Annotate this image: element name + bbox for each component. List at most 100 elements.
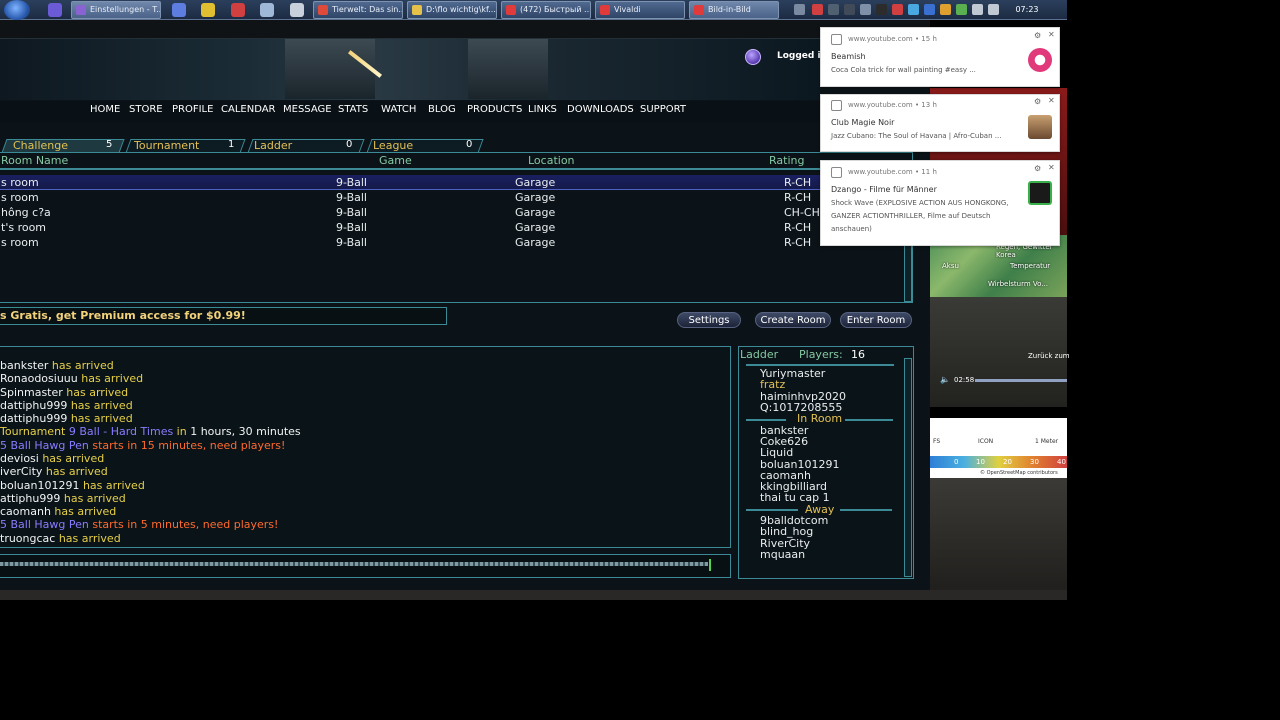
volume-icon[interactable] <box>988 4 999 15</box>
chat-line: attiphu999 has arrived <box>0 492 126 505</box>
channel-avatar <box>1028 48 1052 72</box>
room-row[interactable]: hông c?a 9-Ball Garage CH-CH <box>0 205 900 220</box>
tray-icon[interactable] <box>908 4 919 15</box>
nav-profile[interactable]: PROFILE <box>172 104 213 115</box>
tray-icon[interactable] <box>876 4 887 15</box>
close-icon[interactable]: ✕ <box>1048 96 1055 105</box>
legend-value: 10 <box>976 458 985 466</box>
back-label[interactable]: Zurück zum <box>1028 352 1070 360</box>
room-location: Garage <box>515 236 556 249</box>
quicklaunch-icon[interactable] <box>48 3 62 17</box>
chat-in: in <box>173 425 191 438</box>
task-label: Einstellungen - T... <box>90 5 161 14</box>
clock[interactable]: 07:23 <box>1012 0 1042 20</box>
taskbar-item-folder[interactable]: D:\flo wichtig\kf... <box>407 1 497 19</box>
settings-gear-icon[interactable]: ⚙ <box>1034 164 1041 173</box>
divider <box>746 419 786 421</box>
ladder-player[interactable]: mquaan <box>760 548 805 561</box>
chat-line: iverCity has arrived <box>0 465 108 478</box>
notification-card[interactable]: www.youtube.com • 15 h ⚙ ✕ Beamish Coca … <box>820 27 1060 87</box>
chat-event[interactable]: 5 Ball Hawg Pen <box>0 439 89 452</box>
nav-links[interactable]: LINKS <box>528 104 557 115</box>
taskbar-item-settings[interactable]: Einstellungen - T... <box>71 1 161 19</box>
avatar[interactable] <box>745 49 761 65</box>
nav-calendar[interactable]: CALENDAR <box>221 104 276 115</box>
nav-stats[interactable]: STATS <box>338 104 368 115</box>
chat-input[interactable] <box>0 554 731 578</box>
settings-button[interactable]: Settings <box>677 312 741 328</box>
tray-icon[interactable] <box>860 4 871 15</box>
room-row[interactable]: s room 9-Ball Garage R-CH <box>0 175 900 190</box>
taskbar-item-youtube[interactable]: (472) Быстрый ... <box>501 1 591 19</box>
room-row[interactable]: s room 9-Ball Garage R-CH <box>0 235 900 250</box>
col-location[interactable]: Location <box>528 154 575 167</box>
room-game: 9-Ball <box>336 191 367 204</box>
taskbar-item-pip[interactable]: Bild-in-Bild <box>689 1 779 19</box>
start-button[interactable] <box>4 0 30 20</box>
settings-gear-icon[interactable]: ⚙ <box>1034 97 1041 106</box>
volume-icon[interactable]: 🔈 <box>940 375 950 384</box>
ladder-title: Ladder <box>740 348 779 361</box>
create-room-button[interactable]: Create Room <box>755 312 831 328</box>
room-row[interactable]: s room 9-Ball Garage R-CH <box>0 190 900 205</box>
col-room-name[interactable]: Room Name <box>1 154 68 167</box>
chat-msg: has arrived <box>48 359 114 372</box>
chat-msg: starts in 5 minutes, need players! <box>88 518 279 531</box>
tray-expand-icon[interactable] <box>794 4 805 15</box>
tray-icon[interactable] <box>812 4 823 15</box>
channel-avatar <box>1028 181 1052 205</box>
pip-label: ICON <box>978 438 994 445</box>
nav-watch[interactable]: WATCH <box>381 104 416 115</box>
nav-downloads[interactable]: DOWNLOADS <box>567 104 634 115</box>
tab-league-count: 0 <box>466 139 473 150</box>
channel-avatar <box>1028 115 1052 139</box>
nav-blog[interactable]: BLOG <box>428 104 456 115</box>
col-game[interactable]: Game <box>379 154 412 167</box>
tray-icon[interactable] <box>892 4 903 15</box>
room-row[interactable]: t's room 9-Ball Garage R-CH <box>0 220 900 235</box>
tray-icon[interactable] <box>956 4 967 15</box>
tray-icon[interactable] <box>828 4 839 15</box>
tray-icon[interactable] <box>940 4 951 15</box>
vivaldi-icon <box>831 34 842 45</box>
nav-home[interactable]: HOME <box>90 104 120 115</box>
nav-products[interactable]: PRODUCTS <box>467 104 522 115</box>
close-icon[interactable]: ✕ <box>1048 163 1055 172</box>
quicklaunch-icon[interactable] <box>201 3 215 17</box>
ladder-scrollbar[interactable] <box>904 358 912 577</box>
notification-card[interactable]: www.youtube.com • 13 h ⚙ ✕ Club Magie No… <box>820 94 1060 152</box>
nav-support[interactable]: SUPPORT <box>640 104 686 115</box>
notification-title: Beamish <box>831 52 866 61</box>
quicklaunch-icon[interactable] <box>172 3 186 17</box>
tab-league-label: League <box>373 139 414 152</box>
background-photo <box>930 478 1067 600</box>
chat-event[interactable]: 5 Ball Hawg Pen <box>0 518 89 531</box>
taskbar-item-vivaldi[interactable]: Vivaldi <box>595 1 685 19</box>
quicklaunch-icon[interactable] <box>260 3 274 17</box>
nav-message[interactable]: MESSAGE <box>283 104 332 115</box>
chat-msg: has arrived <box>55 532 121 545</box>
notification-title: Club Magie Noir <box>831 118 895 127</box>
quicklaunch-icon[interactable] <box>290 3 304 17</box>
quicklaunch-icon[interactable] <box>231 3 245 17</box>
col-rating[interactable]: Rating <box>769 154 804 167</box>
ladder-players-label: Players: <box>799 348 843 361</box>
tray-icon[interactable] <box>844 4 855 15</box>
close-icon[interactable]: ✕ <box>1048 30 1055 39</box>
tab-ladder-count: 0 <box>346 139 353 150</box>
vivaldi-icon <box>831 100 842 111</box>
notification-body: Jazz Cubano: The Soul of Havana | Afro-C… <box>831 132 1002 140</box>
video-progress[interactable] <box>975 379 1067 382</box>
network-icon[interactable] <box>972 4 983 15</box>
chat-event[interactable]: 9 Ball - Hard Times <box>69 425 173 438</box>
notification-card[interactable]: www.youtube.com • 11 h ⚙ ✕ Dzango - Film… <box>820 160 1060 246</box>
room-rating: CH-CH <box>784 206 820 219</box>
enter-room-button[interactable]: Enter Room <box>840 312 912 328</box>
taskbar-item-tierwelt[interactable]: Tierwelt: Das sin... <box>313 1 403 19</box>
settings-gear-icon[interactable]: ⚙ <box>1034 31 1041 40</box>
divider <box>840 509 892 511</box>
tray-icon[interactable] <box>924 4 935 15</box>
premium-promo[interactable]: s Gratis, get Premium access for $0.99! <box>0 307 447 325</box>
nav-store[interactable]: STORE <box>129 104 163 115</box>
chat-line: Spinmaster has arrived <box>0 386 128 399</box>
